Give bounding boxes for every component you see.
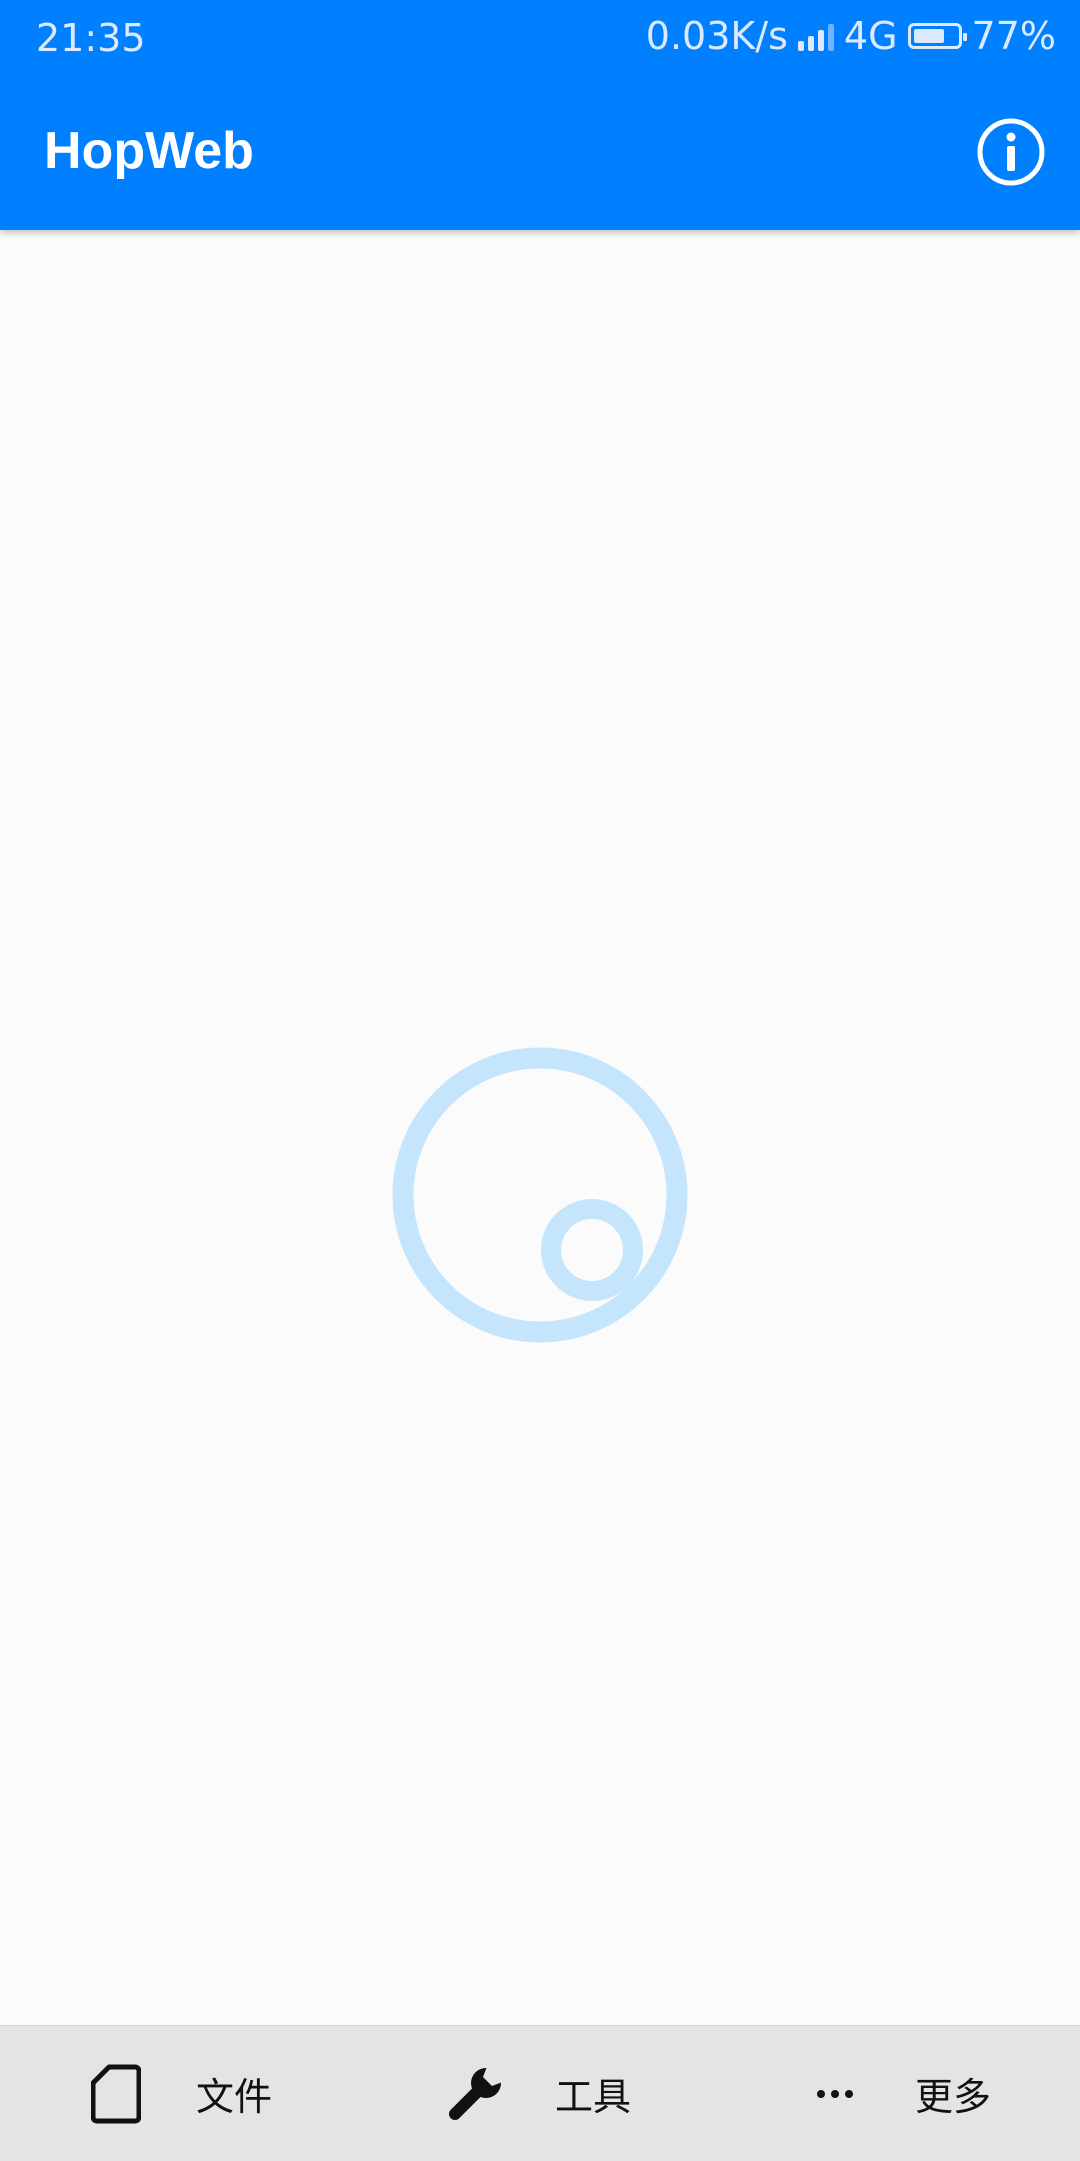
app-title: HopWeb (44, 122, 254, 180)
network-speed: 0.03K/s (645, 14, 788, 58)
status-bar: 21:35 0.03K/s 4G 77% (0, 0, 1080, 77)
loading-spinner (390, 1045, 690, 1345)
file-icon (86, 2064, 146, 2124)
loading-spinner-icon (392, 1047, 688, 1343)
app-bar: HopWeb (0, 77, 1080, 230)
signal-icon (797, 21, 834, 51)
battery-icon (907, 23, 967, 49)
battery-fill (913, 29, 945, 43)
bottom-nav: 文件 工具 更多 (0, 2025, 1080, 2161)
nav-label-tools: 工具 (555, 2075, 632, 2119)
status-indicators: 0.03K/s 4G 77% (646, 14, 1056, 58)
network-type: 4G (843, 14, 898, 58)
more-dots-icon (805, 2064, 865, 2124)
nav-label-file: 文件 (196, 2075, 273, 2119)
battery-percent: 77% (971, 14, 1056, 58)
wrench-icon (445, 2063, 505, 2124)
info-button[interactable] (976, 117, 1046, 187)
nav-item-more[interactable]: 更多 (805, 2026, 991, 2161)
nav-item-file[interactable]: 文件 (86, 2026, 272, 2161)
nav-item-tools[interactable]: 工具 (445, 2026, 631, 2161)
status-time: 21:35 (36, 16, 146, 60)
nav-label-more: 更多 (915, 2075, 992, 2119)
info-circle-icon (977, 118, 1045, 186)
